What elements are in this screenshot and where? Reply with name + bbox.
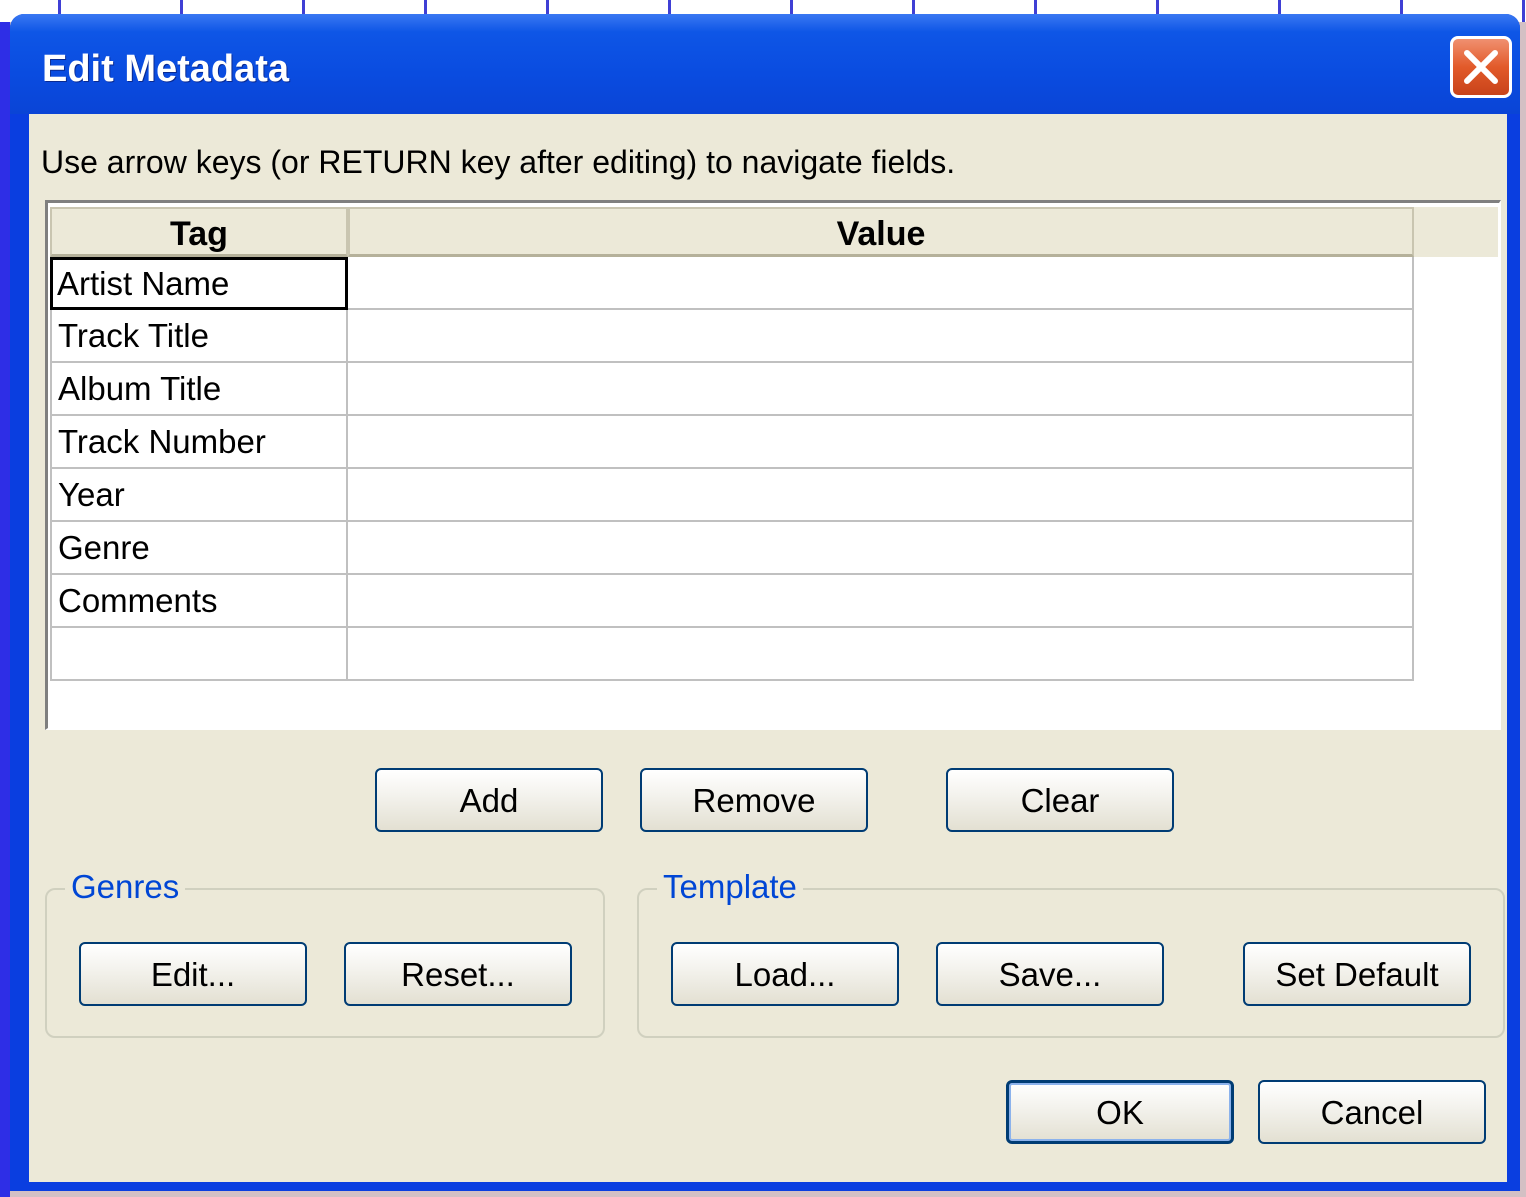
table-row: Track Title <box>50 310 1414 363</box>
close-icon <box>1464 50 1498 84</box>
add-button[interactable]: Add <box>375 768 603 832</box>
tag-cell[interactable]: Genre <box>50 522 348 575</box>
table-row <box>50 628 1414 681</box>
tag-cell[interactable]: Track Title <box>50 310 348 363</box>
table-row: Artist Name <box>50 257 1414 310</box>
tag-cell[interactable]: Comments <box>50 575 348 628</box>
title-bar: Edit Metadata <box>10 14 1520 114</box>
instructions-text: Use arrow keys (or RETURN key after edit… <box>41 144 956 180</box>
genres-group-label: Genres <box>65 868 186 906</box>
column-header-value[interactable]: Value <box>348 207 1414 257</box>
value-cell[interactable] <box>348 575 1414 628</box>
edit-metadata-dialog: Edit Metadata Use arrow keys (or RETURN … <box>10 14 1520 1191</box>
value-cell[interactable] <box>348 310 1414 363</box>
value-cell[interactable] <box>348 363 1414 416</box>
table-row: Track Number <box>50 416 1414 469</box>
column-header-tag[interactable]: Tag <box>50 207 348 257</box>
background-edge <box>0 22 10 1197</box>
cancel-button[interactable]: Cancel <box>1258 1080 1486 1144</box>
ok-button[interactable]: OK <box>1006 1080 1234 1144</box>
genres-edit-button[interactable]: Edit... <box>79 942 307 1006</box>
set-default-button[interactable]: Set Default <box>1243 942 1471 1006</box>
remove-button[interactable]: Remove <box>640 768 868 832</box>
table-row: Year <box>50 469 1414 522</box>
table-header: Tag Value <box>50 207 1498 257</box>
close-button[interactable] <box>1450 36 1512 98</box>
template-save-button[interactable]: Save... <box>936 942 1164 1006</box>
table-row: Album Title <box>50 363 1414 416</box>
metadata-table: Tag Value Artist Name Track Title Album … <box>45 200 1501 730</box>
value-cell[interactable] <box>348 522 1414 575</box>
genres-group: Genres Edit... Reset... <box>45 868 605 1038</box>
template-load-button[interactable]: Load... <box>671 942 899 1006</box>
table-row: Comments <box>50 575 1414 628</box>
tag-cell[interactable]: Year <box>50 469 348 522</box>
dialog-title: Edit Metadata <box>42 48 290 90</box>
template-group: Template Load... Save... Set Default <box>637 868 1505 1038</box>
tag-cell[interactable]: Track Number <box>50 416 348 469</box>
value-cell[interactable] <box>348 628 1414 681</box>
tag-cell[interactable]: Artist Name <box>50 257 348 310</box>
clear-button[interactable]: Clear <box>946 768 1174 832</box>
value-cell[interactable] <box>348 257 1414 310</box>
dialog-body: Use arrow keys (or RETURN key after edit… <box>29 114 1507 1182</box>
tag-cell[interactable] <box>50 628 348 681</box>
value-cell[interactable] <box>348 469 1414 522</box>
template-group-label: Template <box>657 868 803 906</box>
genres-reset-button[interactable]: Reset... <box>344 942 572 1006</box>
value-cell[interactable] <box>348 416 1414 469</box>
tag-cell[interactable]: Album Title <box>50 363 348 416</box>
table-row: Genre <box>50 522 1414 575</box>
